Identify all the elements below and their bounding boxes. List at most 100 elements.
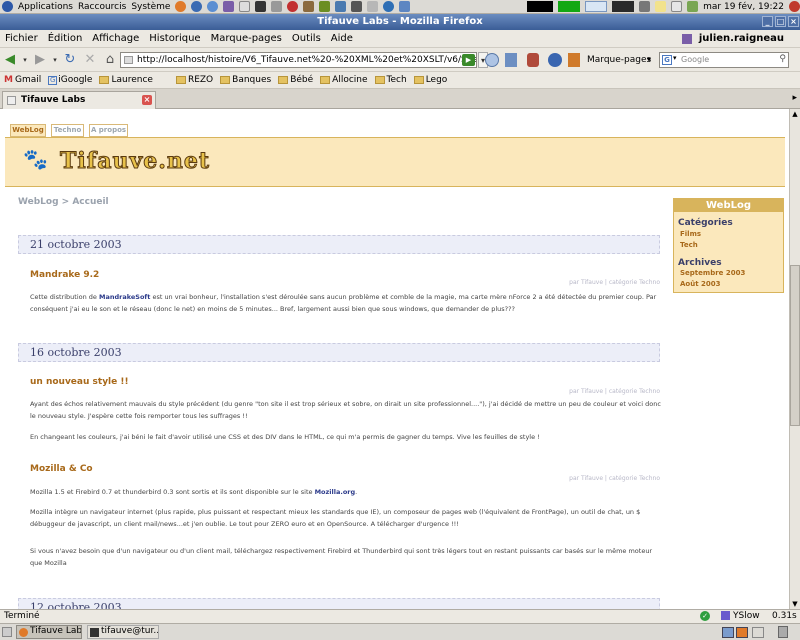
editor-launcher-icon[interactable] [239,1,251,12]
bookmark-tech[interactable]: Tech [374,75,407,85]
tab-list-icon[interactable]: ▸ [792,93,797,103]
folder-icon [175,76,186,84]
menu-view[interactable]: Affichage [92,33,139,44]
media-launcher-icon[interactable] [287,1,299,12]
menu-bookmarks[interactable]: Marque-pages [211,33,282,44]
help-launcher-icon[interactable] [207,1,219,12]
memory-monitor [558,1,581,12]
bookmark-igoogle[interactable]: GiGoogle [48,75,92,85]
archive-september-2003[interactable]: Septembre 2003 [680,269,745,277]
taskbar-item-firefox[interactable]: Tifauve Lab... [16,625,82,639]
mozilla-org-link[interactable]: Mozilla.org [315,488,356,496]
addon-icon-4[interactable] [548,53,562,67]
google-search-icon[interactable]: G [662,55,672,65]
menu-edit[interactable]: Édition [48,33,83,44]
post-title[interactable]: Mozilla & Co [30,464,93,474]
app-launcher-icon[interactable] [367,1,379,12]
workspace-3[interactable] [752,627,764,638]
search-engine-dropdown-icon[interactable]: ▾ [673,54,677,62]
bookmark-gmail[interactable]: M Gmail [4,75,41,85]
minimize-button[interactable]: _ [762,16,773,27]
addon-icon-3[interactable] [527,53,539,67]
site-banner: 🐾 Tifauve.net [5,137,785,187]
bookmark-rezo[interactable]: REZO [175,75,213,85]
bookmarks-button[interactable]: Marque-pages [587,55,651,65]
menu-help[interactable]: Aide [331,33,353,44]
vertical-scrollbar[interactable]: ▲ ▼ [789,109,800,609]
addon-icon-5[interactable] [568,53,580,67]
site-logo[interactable]: Tifauve.net [59,148,210,175]
user-label[interactable]: julien.raigneau [699,33,784,44]
category-films[interactable]: Films [680,230,701,238]
gnome-foot-icon[interactable] [2,1,13,12]
browser-tab[interactable]: Tifauve Labs × [2,91,156,109]
site-tab-weblog[interactable]: WebLog [10,124,46,137]
mandrakesoft-link[interactable]: MandrakeSoft [99,293,150,301]
date-heading: 12 octobre 2003 [18,598,660,609]
yslow-button[interactable]: YSlow [733,611,760,621]
mail-icon[interactable] [671,1,683,12]
post-title[interactable]: un nouveau style !! [30,377,129,387]
camera-launcher-icon[interactable] [351,1,363,12]
power-icon[interactable] [789,1,800,12]
workspace-1[interactable] [722,627,734,638]
close-window-button[interactable]: × [788,16,799,27]
network-status-icon [687,1,699,12]
applications-menu[interactable]: Applications [18,2,73,12]
post-title[interactable]: Mandrake 9.2 [30,270,99,280]
site-tab-apropos[interactable]: A propos [89,124,128,137]
back-button[interactable]: ◀ [1,51,19,69]
pidgin-launcher-icon[interactable] [223,1,235,12]
bookmark-bebe[interactable]: Bébé [278,75,313,85]
search-box[interactable]: G ▾ Google ⚲ [659,52,789,68]
bookmark-laurence[interactable]: Laurence [99,75,153,85]
bookmark-allocine[interactable]: Allocine [320,75,368,85]
forward-button[interactable]: ▶ [31,51,49,69]
thunderbird-launcher-icon[interactable] [191,1,203,12]
category-tech[interactable]: Tech [680,241,698,249]
addon-icon-2[interactable] [505,53,517,67]
show-desktop-icon[interactable] [2,627,12,637]
bookmark-lego[interactable]: Lego [413,75,447,85]
scroll-up-icon[interactable]: ▲ [790,109,800,119]
site-tab-techno[interactable]: Techno [51,124,84,137]
bookmark-banques[interactable]: Banques [220,75,271,85]
network-launcher-icon[interactable] [335,1,347,12]
system-menu[interactable]: Système [131,2,170,12]
settings-launcher-icon[interactable] [271,1,283,12]
stop-icon[interactable]: ✕ [81,51,99,69]
taskbar-item-terminal[interactable]: tifauve@tur... [87,625,159,639]
back-dropdown-icon[interactable]: ▾ [21,51,29,69]
bookmarks-dropdown-icon[interactable]: ▾ [647,55,651,64]
archive-august-2003[interactable]: Août 2003 [680,280,720,288]
url-bar[interactable]: http://localhost/histoire/V6_Tifauve.net… [120,52,477,68]
forward-dropdown-icon[interactable]: ▾ [51,51,59,69]
menu-history[interactable]: Historique [149,33,200,44]
workspace-2[interactable] [736,627,748,638]
reload-icon[interactable]: ↻ [61,51,79,69]
scroll-down-icon[interactable]: ▼ [790,599,800,609]
addon-icon-1[interactable] [485,53,499,67]
maximize-button[interactable]: □ [775,16,786,27]
home-icon[interactable]: ⌂ [101,51,119,69]
volume-icon[interactable] [639,1,651,12]
status-text: Terminé [4,611,40,621]
places-menu[interactable]: Raccourcis [78,2,126,12]
tab-title: Tifauve Labs [21,95,86,105]
tab-close-icon[interactable]: × [142,95,152,105]
menu-file[interactable]: Fichier [5,33,38,44]
tools-launcher-icon[interactable] [319,1,331,12]
trash-icon[interactable] [778,626,788,638]
yslow-icon[interactable] [721,611,730,620]
menu-tools[interactable]: Outils [292,33,321,44]
globe-launcher-icon[interactable] [383,1,395,12]
search-magnifier-icon[interactable]: ⚲ [779,54,786,64]
vnc-launcher-icon[interactable] [399,1,411,12]
scroll-thumb[interactable] [790,265,800,426]
clock[interactable]: mar 19 fév, 19:22 [703,2,784,12]
go-button[interactable]: ▶ [462,54,475,66]
package-launcher-icon[interactable] [303,1,315,12]
firefox-launcher-icon[interactable] [175,1,187,12]
notes-icon[interactable] [655,1,667,12]
terminal-launcher-icon[interactable] [255,1,267,12]
